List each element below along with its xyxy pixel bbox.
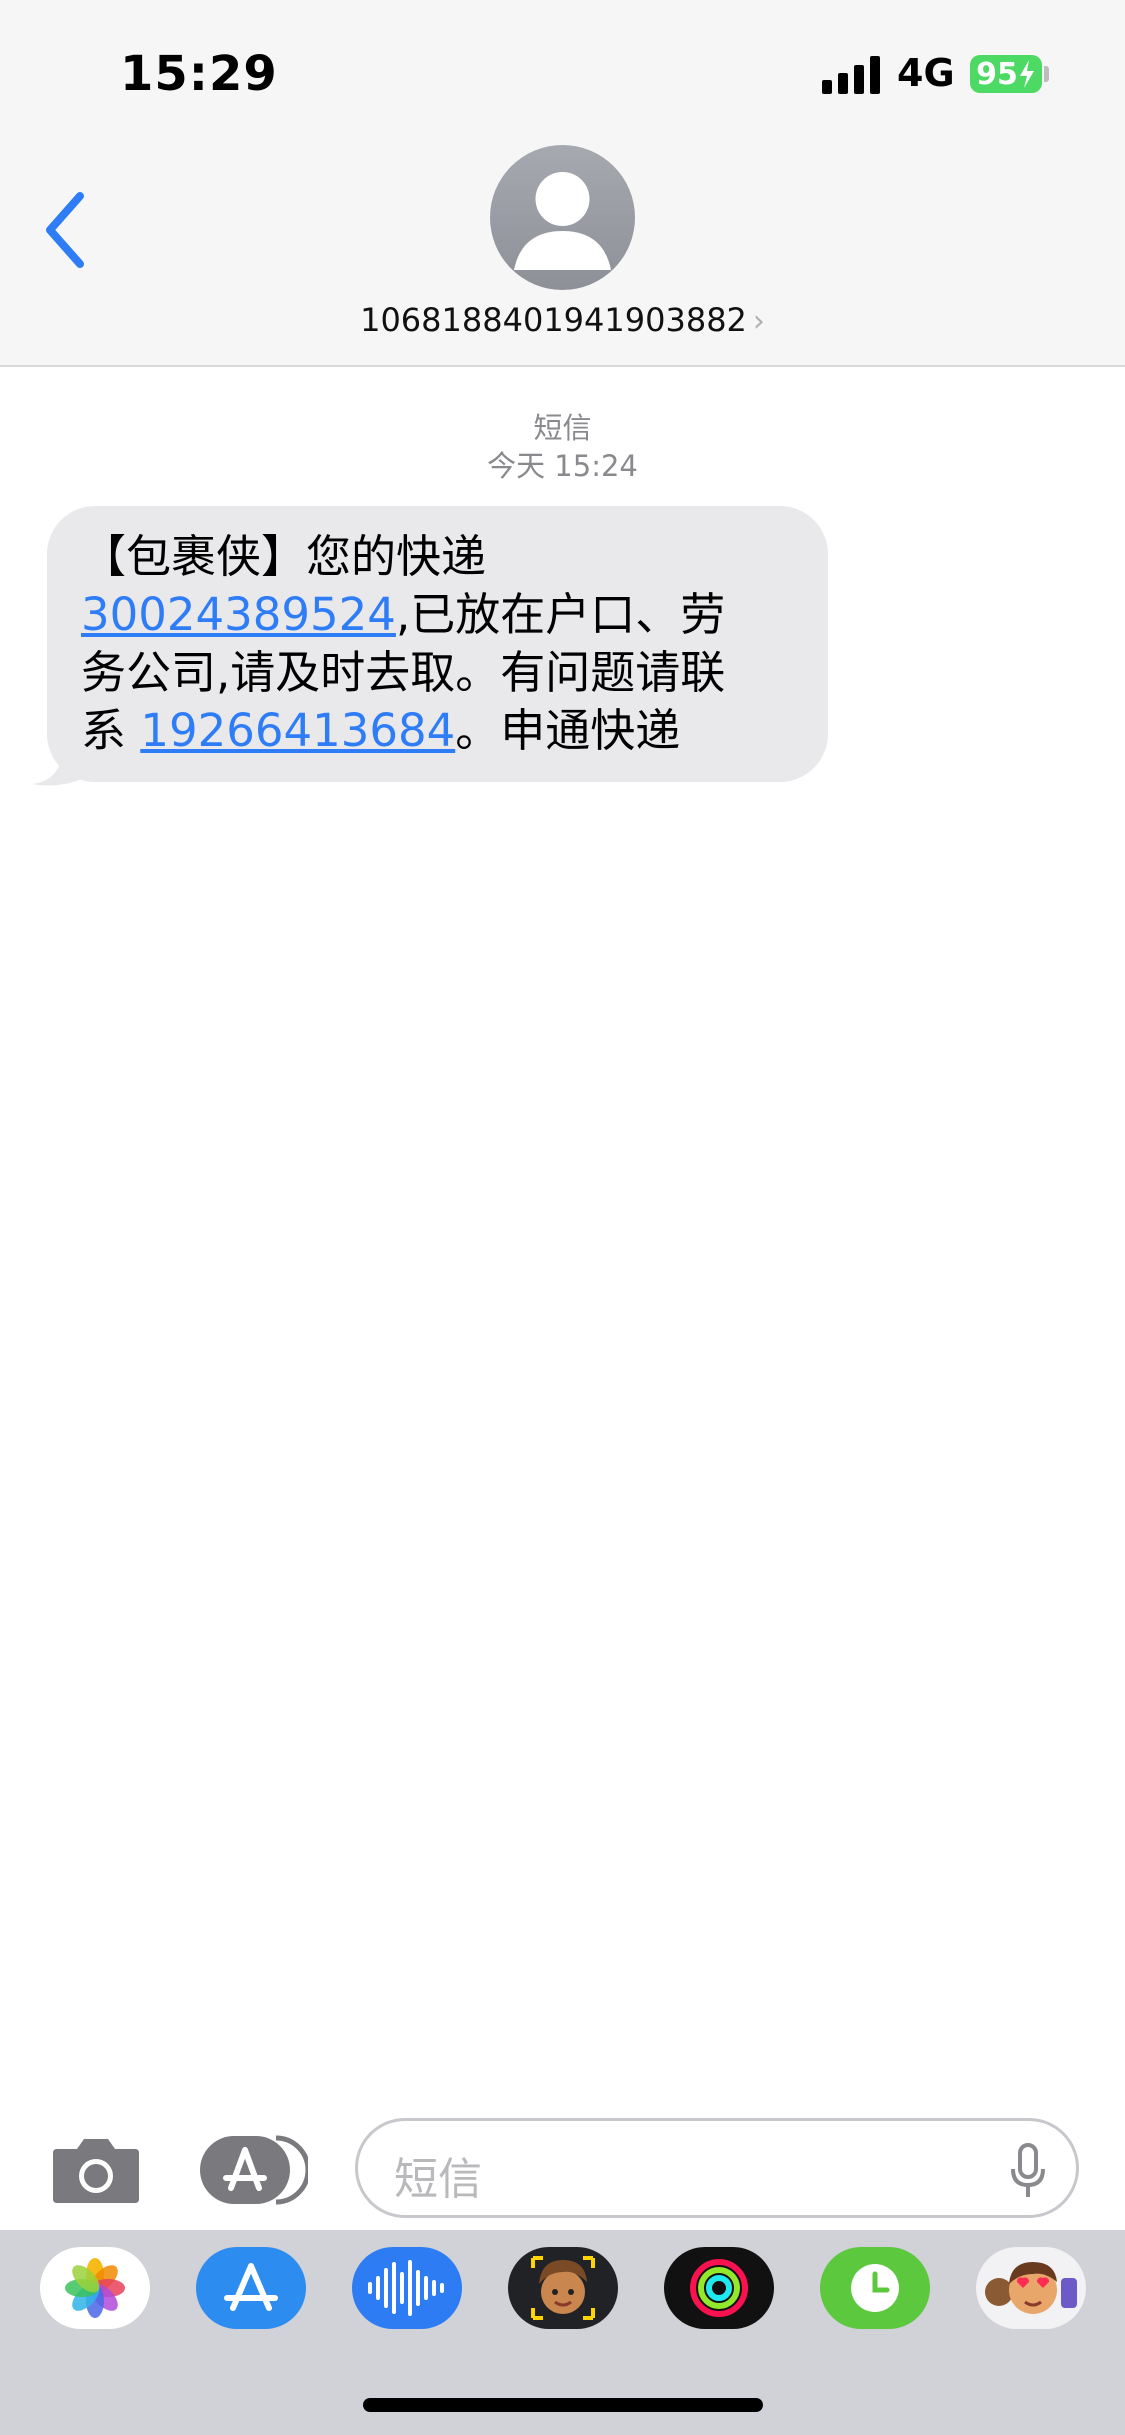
- photos-icon[interactable]: [40, 2247, 150, 2329]
- message-timestamp: 今天 15:24: [487, 449, 638, 483]
- battery-indicator: 95: [970, 55, 1042, 93]
- message-line-3: 务公司,请及时去取。有问题请联: [81, 646, 726, 699]
- camera-icon[interactable]: [51, 2135, 141, 2205]
- message-line-1: 【包裹侠】您的快递: [81, 530, 487, 583]
- charging-bolt-icon: [1019, 60, 1034, 88]
- audio-message-icon[interactable]: [352, 2247, 462, 2329]
- message-line-2: 30024389524,已放在户口、劳: [81, 588, 726, 641]
- microphone-icon[interactable]: [1010, 2143, 1046, 2199]
- message-composer: 短信: [0, 2105, 1125, 2225]
- home-indicator[interactable]: [363, 2398, 763, 2412]
- status-time: 15:29: [120, 46, 278, 102]
- activity-icon[interactable]: [664, 2247, 774, 2329]
- back-chevron-icon[interactable]: [40, 190, 90, 270]
- contact-name[interactable]: 1068188401941903882 ›: [0, 301, 1125, 339]
- message-line-4: 系 19266413684。申通快递: [81, 704, 681, 757]
- message-service-label: 短信: [533, 411, 592, 445]
- incoming-message-bubble[interactable]: 【包裹侠】您的快递 30024389524,已放在户口、劳 务公司,请及时去取。…: [47, 506, 828, 782]
- cellular-signal-icon: [822, 56, 880, 94]
- contact-chevron-icon: ›: [752, 304, 765, 339]
- battery-level: 95: [976, 56, 1018, 92]
- conversation-header: 15:29 4G 95 1068188401941903882 ›: [0, 0, 1125, 367]
- app-store-icon[interactable]: [196, 2247, 306, 2329]
- animoji-icon[interactable]: [976, 2247, 1086, 2329]
- message-input-placeholder: 短信: [394, 2154, 482, 2205]
- battery-cap: [1044, 66, 1049, 82]
- clock-icon[interactable]: [820, 2247, 930, 2329]
- person-silhouette-icon: [514, 172, 611, 270]
- app-store-drawer-icon[interactable]: [198, 2134, 308, 2206]
- memoji-icon[interactable]: [508, 2247, 618, 2329]
- phone-number-link[interactable]: 19266413684: [140, 704, 455, 757]
- tracking-number-link[interactable]: 30024389524: [81, 588, 396, 641]
- network-type: 4G: [897, 51, 955, 95]
- message-input[interactable]: 短信: [355, 2118, 1079, 2218]
- contact-avatar[interactable]: [490, 145, 635, 290]
- contact-number: 1068188401941903882: [360, 301, 747, 339]
